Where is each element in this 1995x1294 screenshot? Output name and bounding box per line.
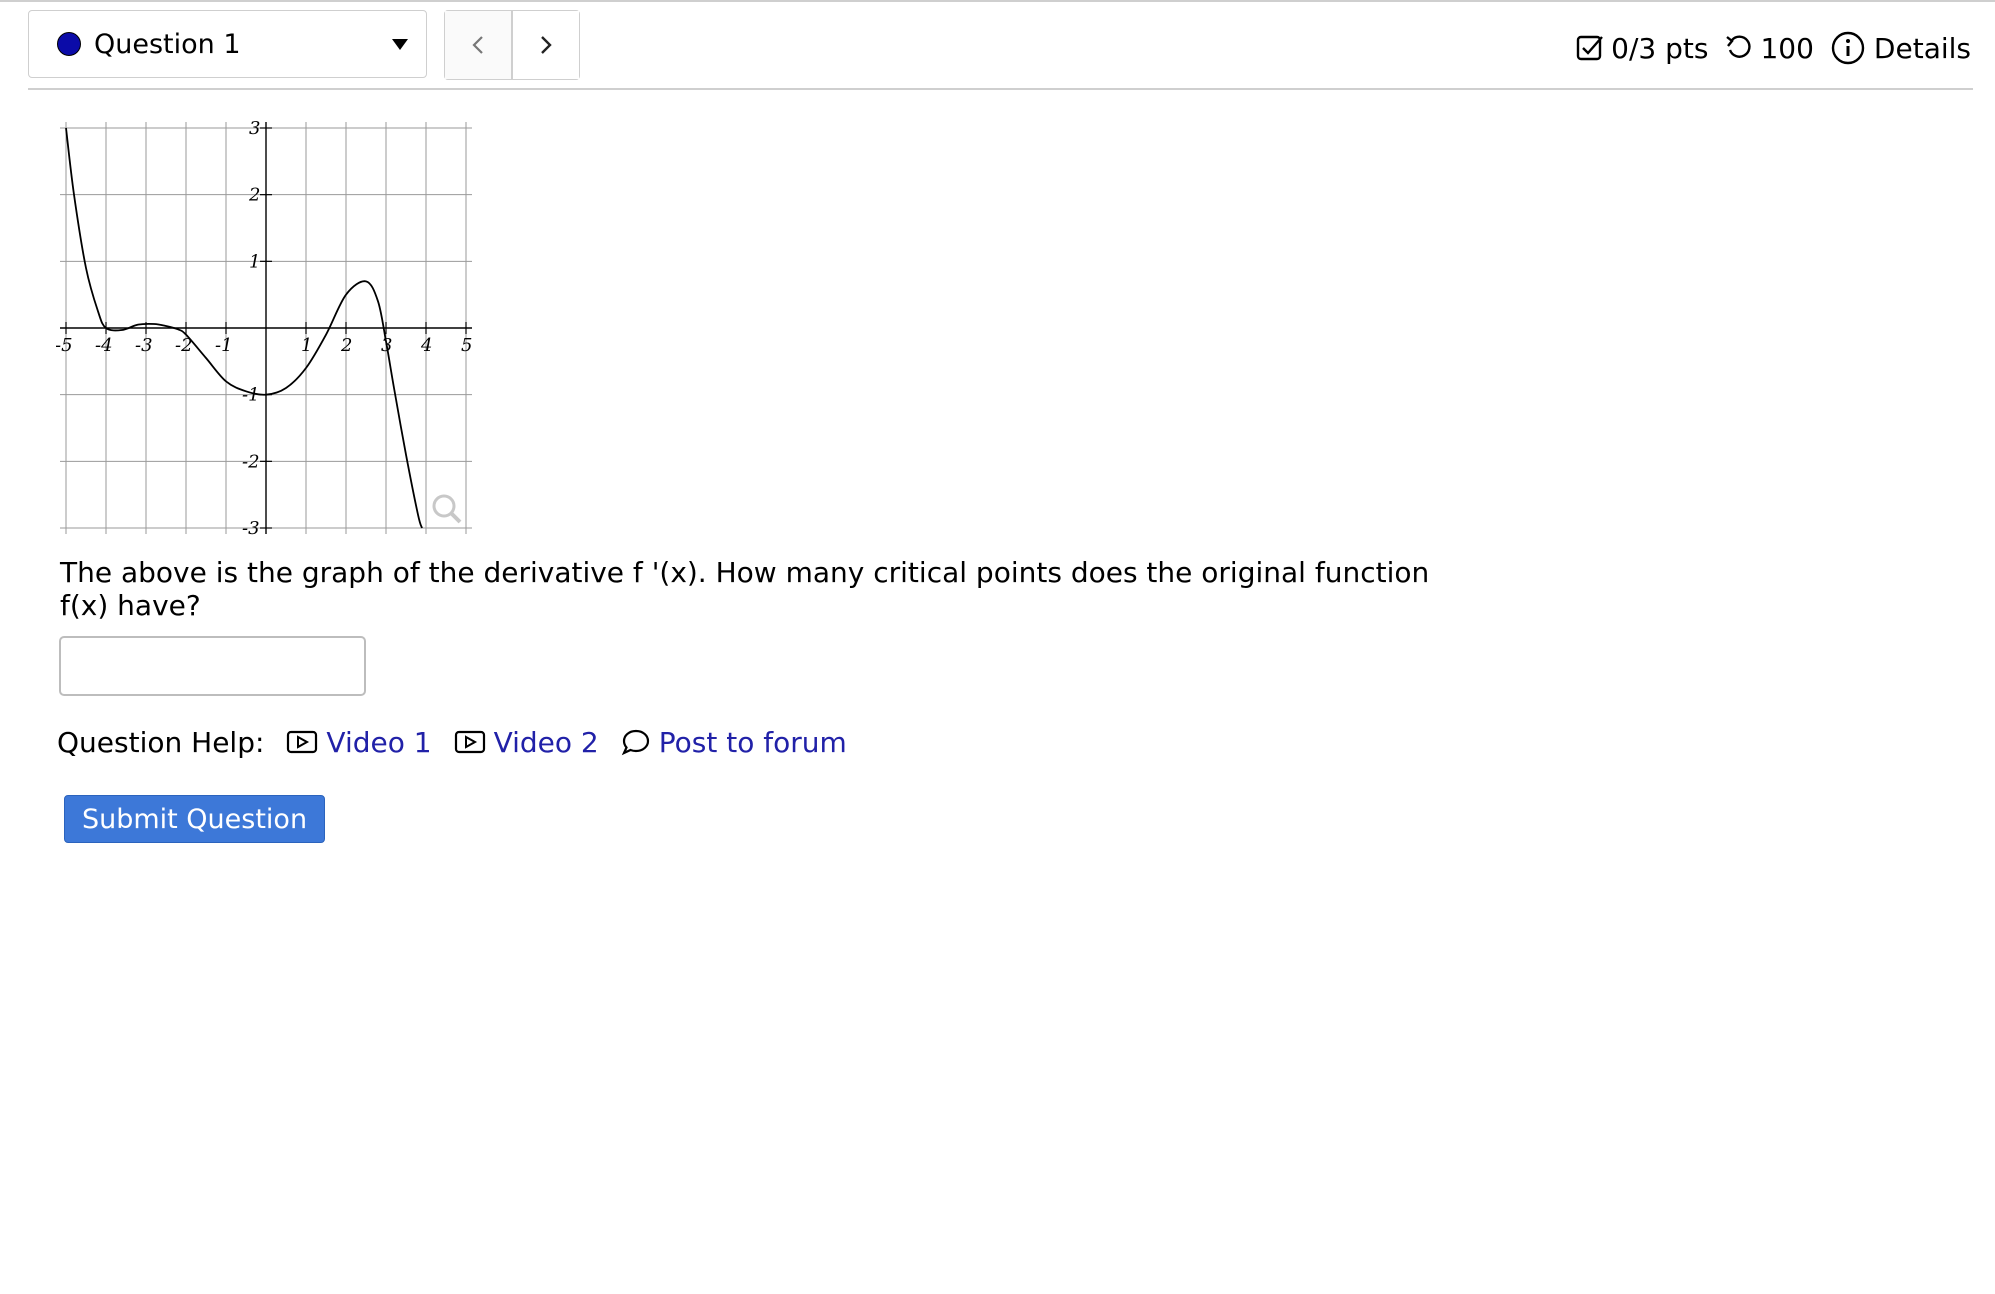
question-prompt: The above is the graph of the derivative… xyxy=(60,556,1430,622)
y-tick-label: 3 xyxy=(249,118,260,139)
x-tick-label: -5 xyxy=(56,335,73,356)
x-tick-label: -3 xyxy=(135,335,153,356)
question-nav xyxy=(444,10,580,80)
video-icon xyxy=(287,730,318,754)
x-tick-label: -1 xyxy=(215,335,233,356)
checkbox-icon xyxy=(1576,35,1604,61)
details-text: Details xyxy=(1873,31,1971,65)
answer-input[interactable] xyxy=(59,636,366,696)
attempts-item: 100 xyxy=(1724,31,1814,65)
video-icon xyxy=(454,730,485,754)
video-2-label: Video 2 xyxy=(493,725,599,759)
video-1-link[interactable]: Video 1 xyxy=(286,725,432,759)
y-tick-label: -1 xyxy=(242,385,260,406)
x-tick-label: 4 xyxy=(420,335,432,356)
x-tick-label: 2 xyxy=(340,335,352,356)
caret-down-icon xyxy=(392,39,408,50)
header-divider xyxy=(28,88,1973,90)
question-help: Question Help: Video 1 Video 2 Post to f… xyxy=(57,722,847,762)
post-to-forum-link[interactable]: Post to forum xyxy=(621,726,847,759)
previous-question-button[interactable] xyxy=(445,11,513,79)
attempts-text: 100 xyxy=(1760,31,1814,65)
top-border xyxy=(0,0,1995,2)
speech-bubble-icon xyxy=(621,729,649,756)
question-select-label: Question 1 xyxy=(94,29,241,60)
question-select[interactable]: Question 1 xyxy=(28,10,427,78)
video-1-label: Video 1 xyxy=(326,725,432,759)
magnifier-icon[interactable] xyxy=(432,494,462,524)
video-2-link[interactable]: Video 2 xyxy=(454,726,599,759)
details-link[interactable]: Details xyxy=(1830,30,1971,66)
y-tick-label: 1 xyxy=(249,251,260,272)
derivative-graph[interactable]: -5 -4 -3 -2 -1 1 2 3 4 5321-1-2-3 xyxy=(56,118,476,538)
y-tick-label: -2 xyxy=(242,451,260,472)
y-tick-label: 2 xyxy=(248,185,260,206)
chevron-right-icon xyxy=(541,36,552,54)
post-to-forum-label: Post to forum xyxy=(658,725,847,759)
next-question-button[interactable] xyxy=(513,11,579,79)
question-status-bar: 0/3 pts 100 Details xyxy=(1575,28,1971,68)
question-help-label: Question Help: xyxy=(57,725,265,759)
submit-question-button[interactable]: Submit Question xyxy=(64,795,325,843)
chevron-left-icon xyxy=(472,36,483,54)
score-text: 0/3 pts xyxy=(1611,31,1709,65)
score-item: 0/3 pts xyxy=(1575,32,1708,65)
question-status-dot xyxy=(57,32,81,56)
retry-icon xyxy=(1726,35,1752,58)
x-tick-label: -4 xyxy=(95,335,113,356)
x-tick-label: 5 xyxy=(461,335,472,356)
x-tick-label: 1 xyxy=(301,335,312,356)
y-tick-label: -3 xyxy=(242,518,260,538)
info-icon xyxy=(1831,31,1865,65)
